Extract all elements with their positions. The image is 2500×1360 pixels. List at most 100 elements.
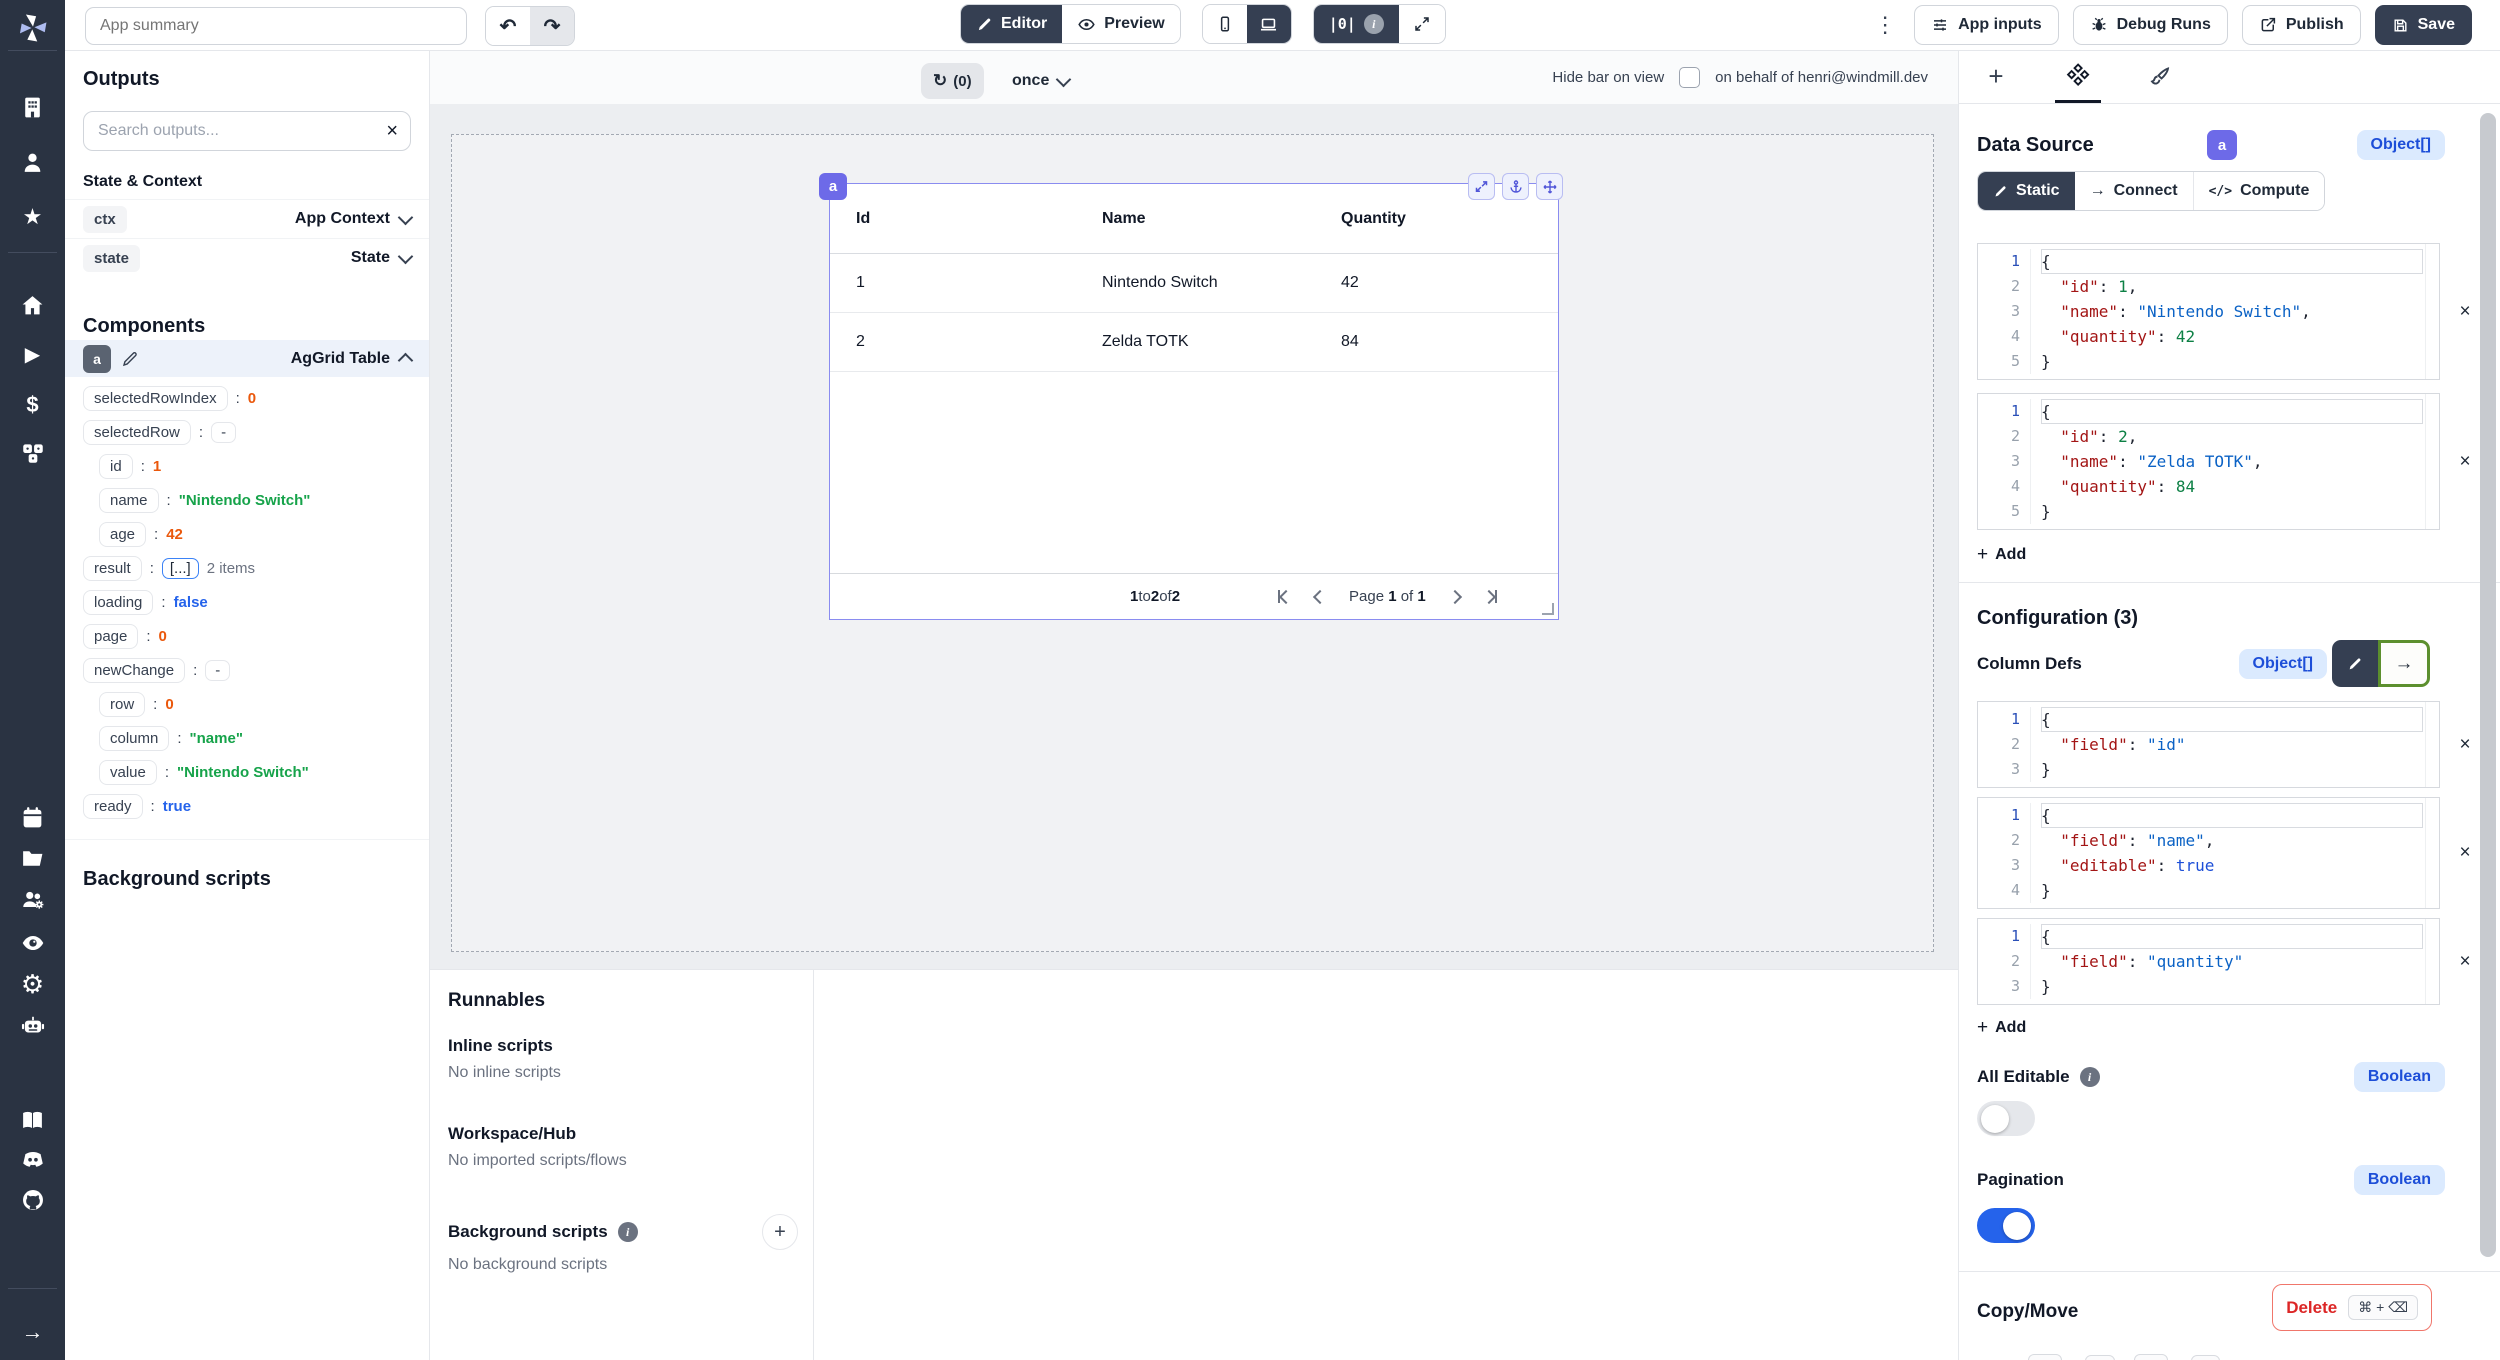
ctx-row[interactable]: ctx App Context	[65, 199, 429, 238]
column-header[interactable]: Id	[856, 210, 1102, 228]
add-column-def-button[interactable]: + Add	[1977, 1017, 2026, 1039]
all-editable-toggle[interactable]	[1977, 1101, 2035, 1136]
output-row[interactable]: loading:false	[83, 585, 411, 619]
diff-button[interactable]: |0| i	[1314, 5, 1399, 43]
output-row[interactable]: selectedRow:-	[83, 415, 411, 449]
output-row[interactable]: column:"name"	[83, 721, 411, 755]
remove-entry-button[interactable]: ×	[2448, 842, 2482, 864]
rail-workers-button[interactable]	[0, 1006, 65, 1046]
remove-entry-button[interactable]: ×	[2448, 951, 2482, 973]
connect-column-defs-button[interactable]: →	[2378, 640, 2430, 687]
component-row-aggrid[interactable]: a AgGrid Table	[65, 340, 429, 377]
hide-bar-checkbox[interactable]	[1679, 67, 1700, 88]
pencil-icon[interactable]	[121, 350, 139, 368]
rail-groups-button[interactable]	[0, 880, 65, 920]
add-background-script-button[interactable]: +	[762, 1214, 798, 1250]
column-header[interactable]: Name	[1102, 210, 1341, 228]
output-row[interactable]: value:"Nintendo Switch"	[83, 755, 411, 789]
output-row[interactable]: newChange:-	[83, 653, 411, 687]
aggrid-table-component[interactable]: a IdNameQuantity 1Nintendo Switch422Zeld…	[829, 183, 1559, 620]
output-row[interactable]: result:[...]2 items	[83, 551, 411, 585]
table-row[interactable]: 1Nintendo Switch42	[830, 254, 1558, 313]
rail-audit-button[interactable]	[0, 923, 65, 963]
clear-search-button[interactable]: ×	[386, 121, 398, 141]
output-row[interactable]: name:"Nintendo Switch"	[83, 483, 411, 517]
publish-button[interactable]: Publish	[2242, 5, 2361, 45]
json-editor[interactable]: 12345{ "id": 1, "name": "Nintendo Switch…	[1977, 243, 2440, 380]
windmill-logo[interactable]	[0, 8, 65, 48]
rail-resources-button[interactable]	[0, 433, 65, 473]
preview-tab[interactable]: Preview	[1062, 5, 1179, 43]
pagination-toggle[interactable]	[1977, 1208, 2035, 1243]
rail-user-button[interactable]	[0, 142, 65, 182]
desktop-view-button[interactable]	[1247, 5, 1291, 43]
output-row[interactable]: id:1	[83, 449, 411, 483]
code-area[interactable]: { "id": 1, "name": "Nintendo Switch", "q…	[2030, 249, 2439, 374]
code-area[interactable]: { "id": 2, "name": "Zelda TOTK", "quanti…	[2030, 399, 2439, 524]
anchor-component-button[interactable]	[1502, 173, 1529, 200]
undo-button[interactable]: ↶	[486, 7, 530, 45]
refresh-button[interactable]: ↻ (0)	[921, 63, 984, 99]
remove-entry-button[interactable]: ×	[2448, 451, 2482, 473]
resize-handle[interactable]	[1542, 603, 1554, 615]
json-editor[interactable]: 1234{ "field": "name", "editable": true}	[1977, 797, 2440, 909]
code-area[interactable]: { "field": "quantity"}	[2030, 924, 2439, 999]
mode-static[interactable]: Static	[1978, 172, 2075, 210]
app-inputs-button[interactable]: App inputs	[1914, 5, 2059, 45]
rail-folders-button[interactable]	[0, 838, 65, 878]
rail-runs-button[interactable]: ▶	[0, 335, 65, 375]
output-row[interactable]: page:0	[83, 619, 411, 653]
tab-insert-component[interactable]: +	[1973, 50, 2019, 103]
delete-component-button[interactable]: Delete ⌘ + ⌫	[2272, 1284, 2432, 1331]
rail-discord-button[interactable]	[0, 1139, 65, 1179]
expand-component-button[interactable]	[1468, 173, 1495, 200]
output-value[interactable]: [...]	[162, 558, 199, 579]
fullscreen-button[interactable]	[1399, 5, 1445, 43]
remove-entry-button[interactable]: ×	[2448, 301, 2482, 323]
add-data-row-button[interactable]: + Add	[1977, 544, 2026, 566]
rail-expand-button[interactable]: →	[0, 1312, 65, 1352]
json-editor[interactable]: 12345{ "id": 2, "name": "Zelda TOTK", "q…	[1977, 393, 2440, 530]
rail-variables-button[interactable]: $	[0, 385, 65, 425]
canvas-area[interactable]: a IdNameQuantity 1Nintendo Switch422Zeld…	[430, 104, 1958, 969]
mode-connect[interactable]: → Connect	[2075, 172, 2194, 210]
output-row[interactable]: row:0	[83, 687, 411, 721]
state-row[interactable]: state State	[65, 238, 429, 277]
table-row[interactable]: 2Zelda TOTK84	[830, 313, 1558, 372]
output-row[interactable]: age:42	[83, 517, 411, 551]
edit-column-defs-button[interactable]	[2332, 640, 2378, 687]
output-row[interactable]: selectedRowIndex:0	[83, 381, 411, 415]
next-page-button[interactable]	[1450, 592, 1460, 602]
refresh-policy-dropdown[interactable]: once	[1012, 63, 1069, 99]
app-summary-input[interactable]	[85, 7, 467, 45]
debug-runs-button[interactable]: Debug Runs	[2073, 5, 2228, 45]
tab-component-settings[interactable]	[2055, 50, 2101, 103]
remove-entry-button[interactable]: ×	[2448, 734, 2482, 756]
editor-tab[interactable]: Editor	[961, 5, 1062, 43]
prev-page-button[interactable]	[1315, 592, 1325, 602]
move-component-button[interactable]	[1536, 173, 1563, 200]
rail-favorites-button[interactable]: ★	[0, 197, 65, 237]
first-page-button[interactable]	[1278, 590, 1291, 603]
panel-scrollbar[interactable]	[2480, 113, 2496, 1257]
rail-home-button[interactable]	[0, 285, 65, 325]
rail-settings-button[interactable]: ⚙	[0, 964, 65, 1004]
component-tag[interactable]: a	[819, 173, 847, 200]
more-menu-button[interactable]: ⋮	[1874, 12, 1896, 38]
output-row[interactable]: ready:true	[83, 789, 411, 823]
rail-schedules-button[interactable]	[0, 797, 65, 837]
column-header[interactable]: Quantity	[1341, 210, 1558, 228]
json-editor[interactable]: 123{ "field": "id"}	[1977, 701, 2440, 788]
save-button[interactable]: Save	[2375, 5, 2472, 45]
search-outputs-input[interactable]	[96, 121, 386, 141]
last-page-button[interactable]	[1484, 590, 1497, 603]
code-area[interactable]: { "field": "id"}	[2030, 707, 2439, 782]
mode-compute[interactable]: </> Compute	[2194, 172, 2325, 210]
rail-docs-button[interactable]	[0, 1100, 65, 1140]
rail-workspace-button[interactable]	[0, 87, 65, 127]
tab-styling[interactable]	[2137, 50, 2183, 103]
redo-button[interactable]: ↷	[530, 7, 574, 45]
mobile-view-button[interactable]	[1203, 5, 1247, 43]
code-area[interactable]: { "field": "name", "editable": true}	[2030, 803, 2439, 903]
rail-github-button[interactable]	[0, 1180, 65, 1220]
